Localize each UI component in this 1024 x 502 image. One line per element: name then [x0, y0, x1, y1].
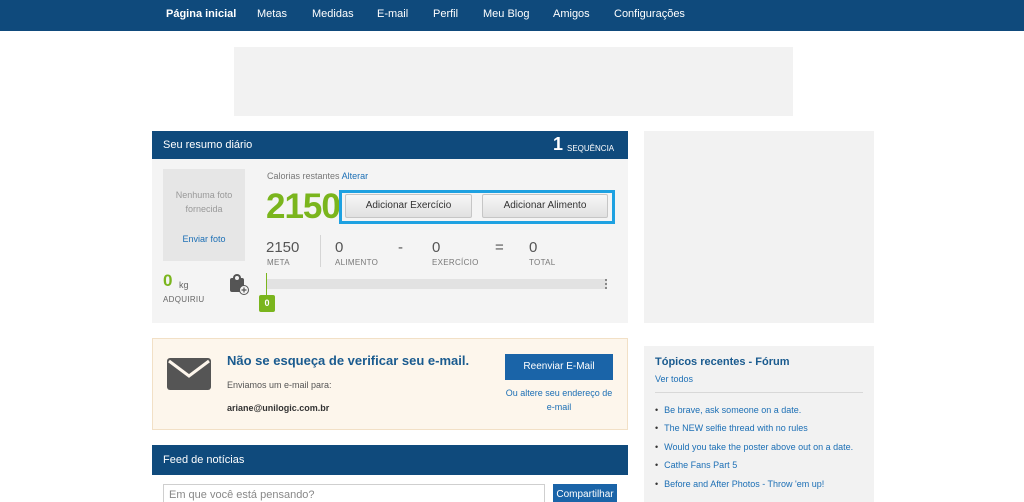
news-feed-title: Feed de notícias [163, 454, 245, 466]
minus-sign: - [398, 239, 403, 256]
notice-title: Não se esqueça de verificar seu e-mail. [227, 353, 470, 368]
forum-recent-topics: Tópicos recentes - Fórum Ver todos • Be b… [644, 346, 874, 502]
nav-blog[interactable]: Meu Blog [483, 8, 529, 20]
bullet-icon: • [655, 479, 659, 489]
forum-topic-label: Would you take the poster above out on a… [664, 442, 854, 452]
change-email-link[interactable]: Ou altere seu endereço de e-mail [505, 386, 613, 414]
email-verification-notice: Não se esqueça de verificar seu e-mail. … [152, 338, 628, 430]
bullet-icon: • [655, 442, 659, 452]
forum-topic[interactable]: • Would you take the poster above out on … [655, 442, 853, 452]
streak-label: SEQUÊNCIA [567, 144, 615, 153]
forum-title: Tópicos recentes - Fórum [655, 356, 790, 368]
forum-topic[interactable]: • Cathe Fans Part 5 [655, 460, 737, 470]
no-photo-text: Nenhuma foto fornecida [175, 190, 233, 214]
resend-email-button[interactable]: Reenviar E-Mail [505, 354, 613, 380]
nav-profile[interactable]: Perfil [433, 8, 458, 20]
nav-settings[interactable]: Configurações [614, 8, 685, 20]
summary-header: Seu resumo diário 1 SEQUÊNCIA [152, 131, 628, 159]
nav-goals[interactable]: Metas [257, 8, 287, 20]
ad-banner [234, 47, 793, 116]
goal-label: META [267, 258, 290, 267]
progress-marker [266, 273, 267, 295]
forum-topic-label: The NEW selfie thread with no rules [664, 423, 808, 433]
add-exercise-button[interactable]: Adicionar Exercício [345, 194, 472, 218]
bullet-icon: • [655, 405, 659, 415]
exercise-value: 0 [432, 239, 441, 256]
weight-gain-value: 0 [163, 271, 173, 290]
nav-email[interactable]: E-mail [377, 8, 408, 20]
goal-value: 2150 [266, 239, 300, 256]
weight-gain-label: ADQUIRIU [163, 295, 205, 304]
notice-sent-text: Enviamos um e-mail para: [227, 380, 332, 390]
total-value: 0 [529, 239, 538, 256]
weight-gain-unit: kg [179, 280, 189, 290]
food-label: ALIMENTO [335, 258, 379, 267]
see-all-link[interactable]: Ver todos [655, 374, 693, 384]
bullet-icon: • [655, 460, 659, 470]
nav-friends[interactable]: Amigos [553, 8, 590, 20]
calories-remaining-value: 2150 [266, 187, 341, 226]
notice-email: ariane@unilogic.com.br [227, 403, 330, 413]
divider [320, 235, 321, 267]
daily-summary-panel: Seu resumo diário 1 SEQUÊNCIA Nenhuma fo… [152, 131, 628, 323]
scale-add-icon[interactable] [229, 273, 249, 295]
add-food-button[interactable]: Adicionar Alimento [482, 194, 608, 218]
calorie-progress-bar [266, 279, 607, 289]
forum-topic[interactable]: • The NEW selfie thread with no rules [655, 423, 808, 433]
side-ad [644, 131, 874, 323]
envelope-icon [167, 358, 211, 390]
profile-photo-placeholder: Nenhuma foto fornecida Enviar foto [163, 169, 245, 261]
forum-topic-label: Before and After Photos - Throw 'em up! [664, 479, 825, 489]
send-photo-link[interactable]: Enviar foto [163, 234, 245, 244]
forum-topic[interactable]: • Before and After Photos - Throw 'em up! [655, 479, 824, 489]
forum-topic-label: Be brave, ask someone on a date. [664, 405, 802, 415]
divider [655, 392, 863, 393]
bullet-icon: • [655, 423, 659, 433]
top-navigation: Página inicial Metas Medidas E-mail Perf… [0, 0, 1024, 31]
exercise-label: EXERCÍCIO [432, 258, 479, 267]
calories-remaining-text: Calorias restantes [267, 171, 340, 181]
news-feed-header: Feed de notícias [152, 445, 628, 475]
summary-title: Seu resumo diário [163, 139, 253, 151]
forum-topic[interactable]: • Be brave, ask someone on a date. [655, 405, 801, 415]
forum-topic-label: Cathe Fans Part 5 [664, 460, 738, 470]
share-button[interactable]: Compartilhar [553, 484, 617, 502]
status-input[interactable] [163, 484, 545, 502]
change-goal-link[interactable]: Alterar [342, 171, 369, 181]
progress-badge: 0 [259, 295, 275, 312]
nav-home[interactable]: Página inicial [166, 8, 236, 20]
equals-sign: = [495, 239, 504, 256]
food-value: 0 [335, 239, 344, 256]
nav-measures[interactable]: Medidas [312, 8, 354, 20]
total-label: TOTAL [529, 258, 556, 267]
streak-count: 1 [553, 134, 564, 154]
calories-remaining-label: Calorias restantes Alterar [267, 171, 368, 181]
